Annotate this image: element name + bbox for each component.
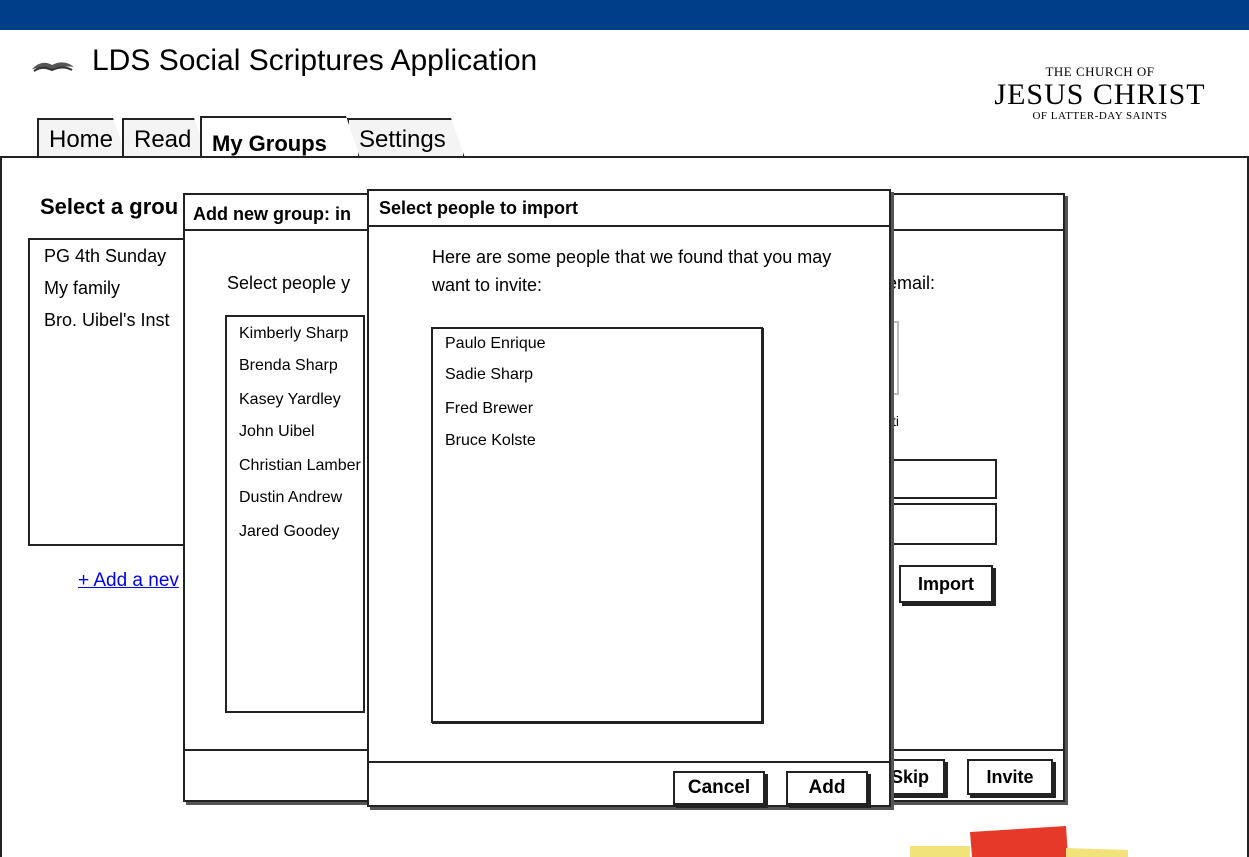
church-logo: THE CHURCH OF JESUS CHRIST OF LATTER-DAY… <box>990 64 1210 122</box>
list-item[interactable]: Bruce Kolste <box>445 432 536 450</box>
top-bar <box>0 0 1249 30</box>
add-button[interactable]: Add <box>786 771 868 805</box>
list-item[interactable]: Brenda Sharp <box>239 357 338 375</box>
import-button[interactable]: Import <box>899 565 993 603</box>
group-item-institute[interactable]: Bro. Uibel's Inst <box>44 310 169 331</box>
group-item-pg-4th-sunday[interactable]: PG 4th Sunday <box>44 246 166 267</box>
group-list: PG 4th Sunday My family Bro. Uibel's Ins… <box>28 238 198 546</box>
add-group-prompt: Select people y <box>227 273 351 293</box>
list-item[interactable]: John Uibel <box>239 423 315 441</box>
list-item[interactable]: Jared Goodey <box>239 523 340 541</box>
email-label: email: <box>887 273 936 293</box>
import-field-2[interactable] <box>885 503 997 545</box>
tab-home[interactable]: Home <box>37 118 127 158</box>
list-item[interactable]: Kasey Yardley <box>239 391 341 409</box>
list-item[interactable]: Fred Brewer <box>445 400 533 418</box>
tab-settings[interactable]: Settings <box>347 118 465 158</box>
invite-button[interactable]: Invite <box>967 759 1053 795</box>
app-title: LDS Social Scriptures Application <box>92 44 538 77</box>
tab-my-groups[interactable]: My Groups <box>200 116 360 158</box>
list-item[interactable]: Sadie Sharp <box>445 366 533 384</box>
hint-text: ti <box>892 413 899 429</box>
import-dialog-intro: Here are some people that we found that … <box>432 247 832 295</box>
import-field-1[interactable] <box>885 459 997 499</box>
list-item[interactable]: Paulo Enrique <box>445 335 546 353</box>
import-dialog-title: Select people to import <box>369 191 889 227</box>
suggested-people-list[interactable]: Paulo Enrique Sadie Sharp Fred Brewer Br… <box>431 327 763 723</box>
list-item[interactable]: Christian Lamber <box>239 457 361 475</box>
list-item[interactable]: Dustin Andrew <box>239 489 342 507</box>
cancel-button[interactable]: Cancel <box>673 771 765 805</box>
tab-read[interactable]: Read <box>122 118 208 158</box>
sticky-note-decoration <box>910 826 1128 857</box>
add-group-link[interactable]: + Add a nev <box>78 570 179 592</box>
group-item-my-family[interactable]: My family <box>44 278 120 299</box>
group-select-heading: Select a grou <box>40 194 179 219</box>
import-people-dialog: Select people to import Here are some pe… <box>367 189 891 807</box>
logo-line-2: JESUS CHRIST <box>994 78 1206 111</box>
list-item[interactable]: Kimberly Sharp <box>239 325 348 343</box>
scripture-book-icon <box>32 62 74 72</box>
logo-line-3: OF LATTER-DAY SAINTS <box>1032 110 1168 122</box>
member-select-list[interactable]: Kimberly Sharp Brenda Sharp Kasey Yardle… <box>225 315 365 713</box>
